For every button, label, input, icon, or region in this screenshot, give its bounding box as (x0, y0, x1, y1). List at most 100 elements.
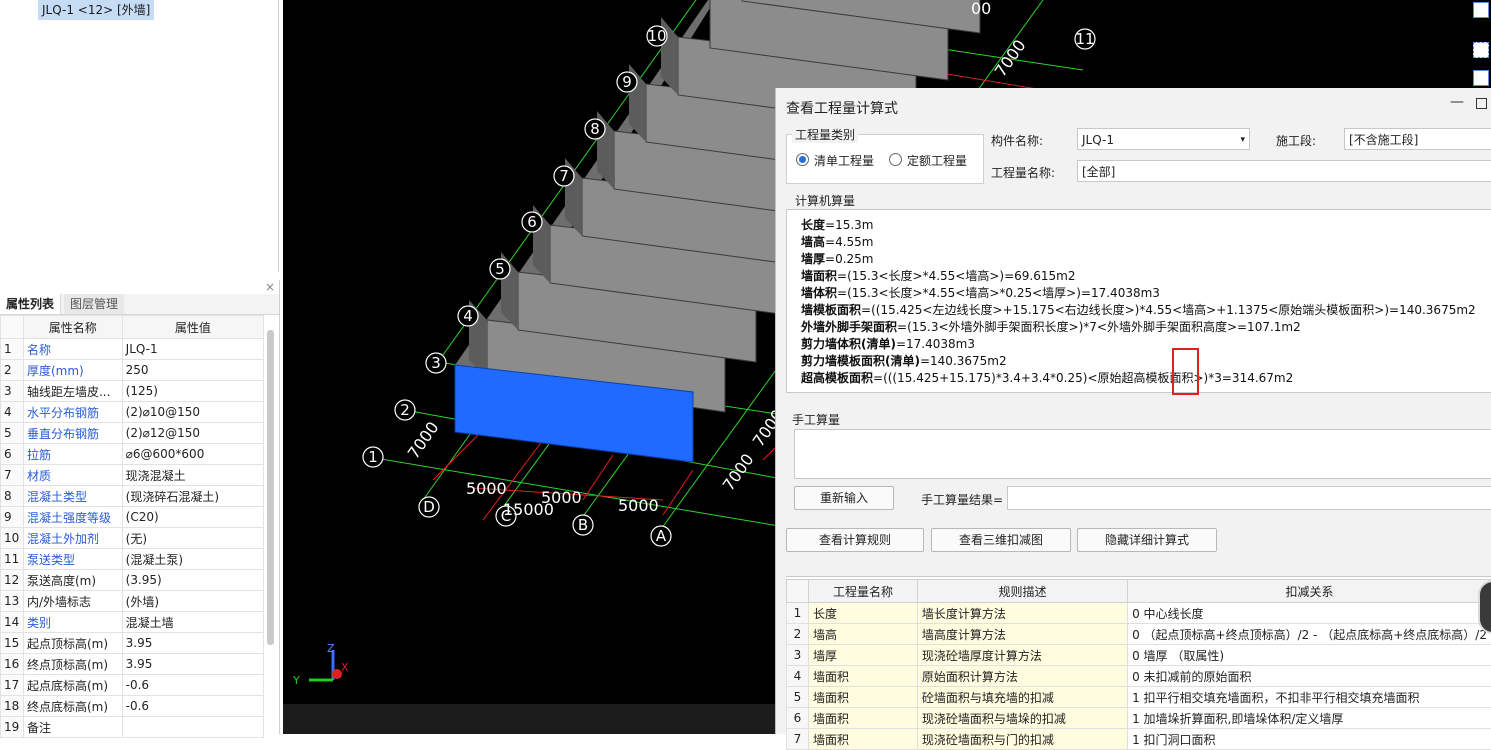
property-value[interactable]: JLQ-1 (122, 339, 263, 360)
property-value[interactable]: (外墙) (122, 591, 263, 612)
property-scrollbar[interactable] (267, 330, 274, 645)
axis-z-label: Z (327, 642, 335, 655)
axis-y-label: Y (292, 674, 300, 687)
dimension-text: 00 (971, 0, 991, 18)
property-row[interactable]: 18终点底标高(m)-0.6 (1, 696, 264, 717)
maximize-button[interactable] (1476, 98, 1487, 109)
rules-row[interactable]: 3墙厚现浇砼墙厚度计算方法0 墙厚 （取属性) (787, 645, 1491, 666)
rules-row[interactable]: 2墙高墙高度计算方法0 （起点顶标高+终点顶标高）/2 - （起点底标高+终点底… (787, 624, 1491, 645)
calc-line: 墙模板面积=((15.425<左边线长度>+15.175<右边线长度>)*4.5… (801, 301, 1476, 318)
view-cube-icon[interactable] (1473, 2, 1489, 18)
property-value[interactable] (122, 717, 263, 738)
property-row[interactable]: 1名称JLQ-1 (1, 339, 264, 360)
calc-line-key: 长度 (801, 218, 825, 232)
property-row[interactable]: 10混凝土外加剂(无) (1, 528, 264, 549)
rules-row[interactable]: 5墙面积砼墙面积与填充墙的扣减1 扣平行相交填充墙面积，不扣非平行相交填充墙面积 (787, 687, 1491, 708)
property-value[interactable]: (现浇碎石混凝土) (122, 486, 263, 507)
manual-calc-input[interactable] (794, 429, 1491, 479)
property-value[interactable]: (混凝土泵) (122, 549, 263, 570)
property-row-number: 16 (1, 654, 24, 675)
rules-row[interactable]: 4墙面积原始面积计算方法0 未扣减前的原始面积 (787, 666, 1491, 687)
property-value[interactable]: (3.95) (122, 570, 263, 591)
calc-line-value: =140.3675m2 (920, 354, 1007, 368)
rules-row-number: 7 (787, 729, 809, 750)
property-value[interactable]: 3.95 (122, 633, 263, 654)
dimension-text: 5000 (618, 496, 659, 515)
axis-number-marker: 1 (368, 448, 378, 466)
property-row[interactable]: 17起点底标高(m)-0.6 (1, 675, 264, 696)
manual-result-field[interactable] (1007, 486, 1491, 510)
property-value[interactable]: 混凝土墙 (122, 612, 263, 633)
rules-relation: 1 扣门洞口面积 (1128, 729, 1491, 750)
tab-property-list[interactable]: 属性列表 (0, 294, 61, 314)
property-value[interactable]: 现浇混凝土 (122, 465, 263, 486)
property-row[interactable]: 11泵送类型(混凝土泵) (1, 549, 264, 570)
property-row[interactable]: 19备注 (1, 717, 264, 738)
property-value[interactable]: ⌀6@600*600 (122, 444, 263, 465)
property-value[interactable]: (125) (122, 381, 263, 402)
radio-bill-quantity[interactable] (796, 153, 809, 166)
property-row[interactable]: 6拉筋⌀6@600*600 (1, 444, 264, 465)
quantity-name-select[interactable]: [全部] (1077, 160, 1491, 182)
3d-box-icon[interactable] (1473, 70, 1489, 86)
stage-select[interactable]: [不含施工段] (1344, 128, 1491, 150)
rules-header-relation: 扣减关系 (1128, 580, 1491, 603)
property-value[interactable]: 3.95 (122, 654, 263, 675)
property-row[interactable]: 14类别混凝土墙 (1, 612, 264, 633)
axis-number-marker: 3 (431, 354, 441, 372)
property-value[interactable]: 250 (122, 360, 263, 381)
tab-layer-management[interactable]: 图层管理 (64, 294, 124, 314)
calc-line-key: 墙体积 (801, 286, 837, 300)
property-value[interactable]: (无) (122, 528, 263, 549)
tree-item-selected[interactable]: JLQ-1 <12> [外墙] (38, 0, 154, 20)
rules-relation: 0 中心线长度 (1128, 603, 1491, 624)
axis-indicator: Z X Y (292, 642, 349, 687)
property-row[interactable]: 4水平分布钢筋(2)⌀10@150 (1, 402, 264, 423)
calc-line-key: 外墙外脚手架面积 (801, 320, 897, 334)
floating-side-button[interactable] (1478, 580, 1491, 634)
select-box-icon[interactable] (1473, 42, 1489, 58)
property-row-number: 4 (1, 402, 24, 423)
hide-detail-formula-button[interactable]: 隐藏详细计算式 (1077, 528, 1217, 552)
dimension-text: 7000 (719, 450, 758, 494)
property-row[interactable]: 15起点顶标高(m)3.95 (1, 633, 264, 654)
reenter-button[interactable]: 重新输入 (794, 486, 894, 510)
calc-line: 长度=15.3m (801, 216, 873, 233)
minimize-button[interactable]: — (1450, 94, 1464, 110)
property-row[interactable]: 5垂直分布钢筋(2)⌀12@150 (1, 423, 264, 444)
radio-norm-quantity[interactable] (889, 153, 902, 166)
property-row[interactable]: 9混凝土强度等级(C20) (1, 507, 264, 528)
component-name-select[interactable]: JLQ-1 ▾ (1077, 128, 1250, 150)
calc-line-value: =(15.3<长度>*4.55<墙高>)=69.615m2 (837, 269, 1075, 283)
computer-calc-box[interactable]: 长度=15.3m墙高=4.55m墙厚=0.25m墙面积=(15.3<长度>*4.… (786, 209, 1491, 393)
rules-name: 墙厚 (808, 645, 917, 666)
property-value[interactable]: (2)⌀12@150 (122, 423, 263, 444)
rules-row[interactable]: 7墙面积现浇砼墙面积与门的扣减1 扣门洞口面积 (787, 729, 1491, 750)
calc-line: 超高模板面积=(((15.425+15.175)*3.4+3.4*0.25)<原… (801, 369, 1293, 386)
rules-row-number: 2 (787, 624, 809, 645)
property-row[interactable]: 7材质现浇混凝土 (1, 465, 264, 486)
rules-table-wrap: 工程量名称 规则描述 扣减关系 1长度墙长度计算方法0 中心线长度2墙高墙高度计… (786, 576, 1491, 735)
property-row-number: 2 (1, 360, 24, 381)
rules-row[interactable]: 1长度墙长度计算方法0 中心线长度 (787, 603, 1491, 624)
property-row[interactable]: 16终点顶标高(m)3.95 (1, 654, 264, 675)
axis-number-marker: 8 (590, 120, 600, 138)
rules-row-number: 5 (787, 687, 809, 708)
manual-result-label: 手工算量结果= (921, 491, 1003, 508)
property-row[interactable]: 2厚度(mm)250 (1, 360, 264, 381)
property-row[interactable]: 3轴线距左墙皮...(125) (1, 381, 264, 402)
property-name: 混凝土外加剂 (23, 528, 122, 549)
property-row-number: 8 (1, 486, 24, 507)
property-value[interactable]: -0.6 (122, 696, 263, 717)
property-value[interactable]: (2)⌀10@150 (122, 402, 263, 423)
rules-row[interactable]: 6墙面积现浇砼墙面积与墙垛的扣减1 加墙垛折算面积,即墙垛体积/定义墙厚 (787, 708, 1491, 729)
viewport-status-strip (283, 704, 775, 734)
property-row[interactable]: 12泵送高度(m)(3.95) (1, 570, 264, 591)
property-row[interactable]: 13内/外墙标志(外墙) (1, 591, 264, 612)
view-calc-rules-button[interactable]: 查看计算规则 (786, 528, 924, 552)
property-row[interactable]: 8混凝土类型(现浇碎石混凝土) (1, 486, 264, 507)
property-value[interactable]: -0.6 (122, 675, 263, 696)
property-value[interactable]: (C20) (122, 507, 263, 528)
view-3d-deduction-button[interactable]: 查看三维扣减图 (931, 528, 1071, 552)
close-icon[interactable]: × (265, 280, 275, 294)
